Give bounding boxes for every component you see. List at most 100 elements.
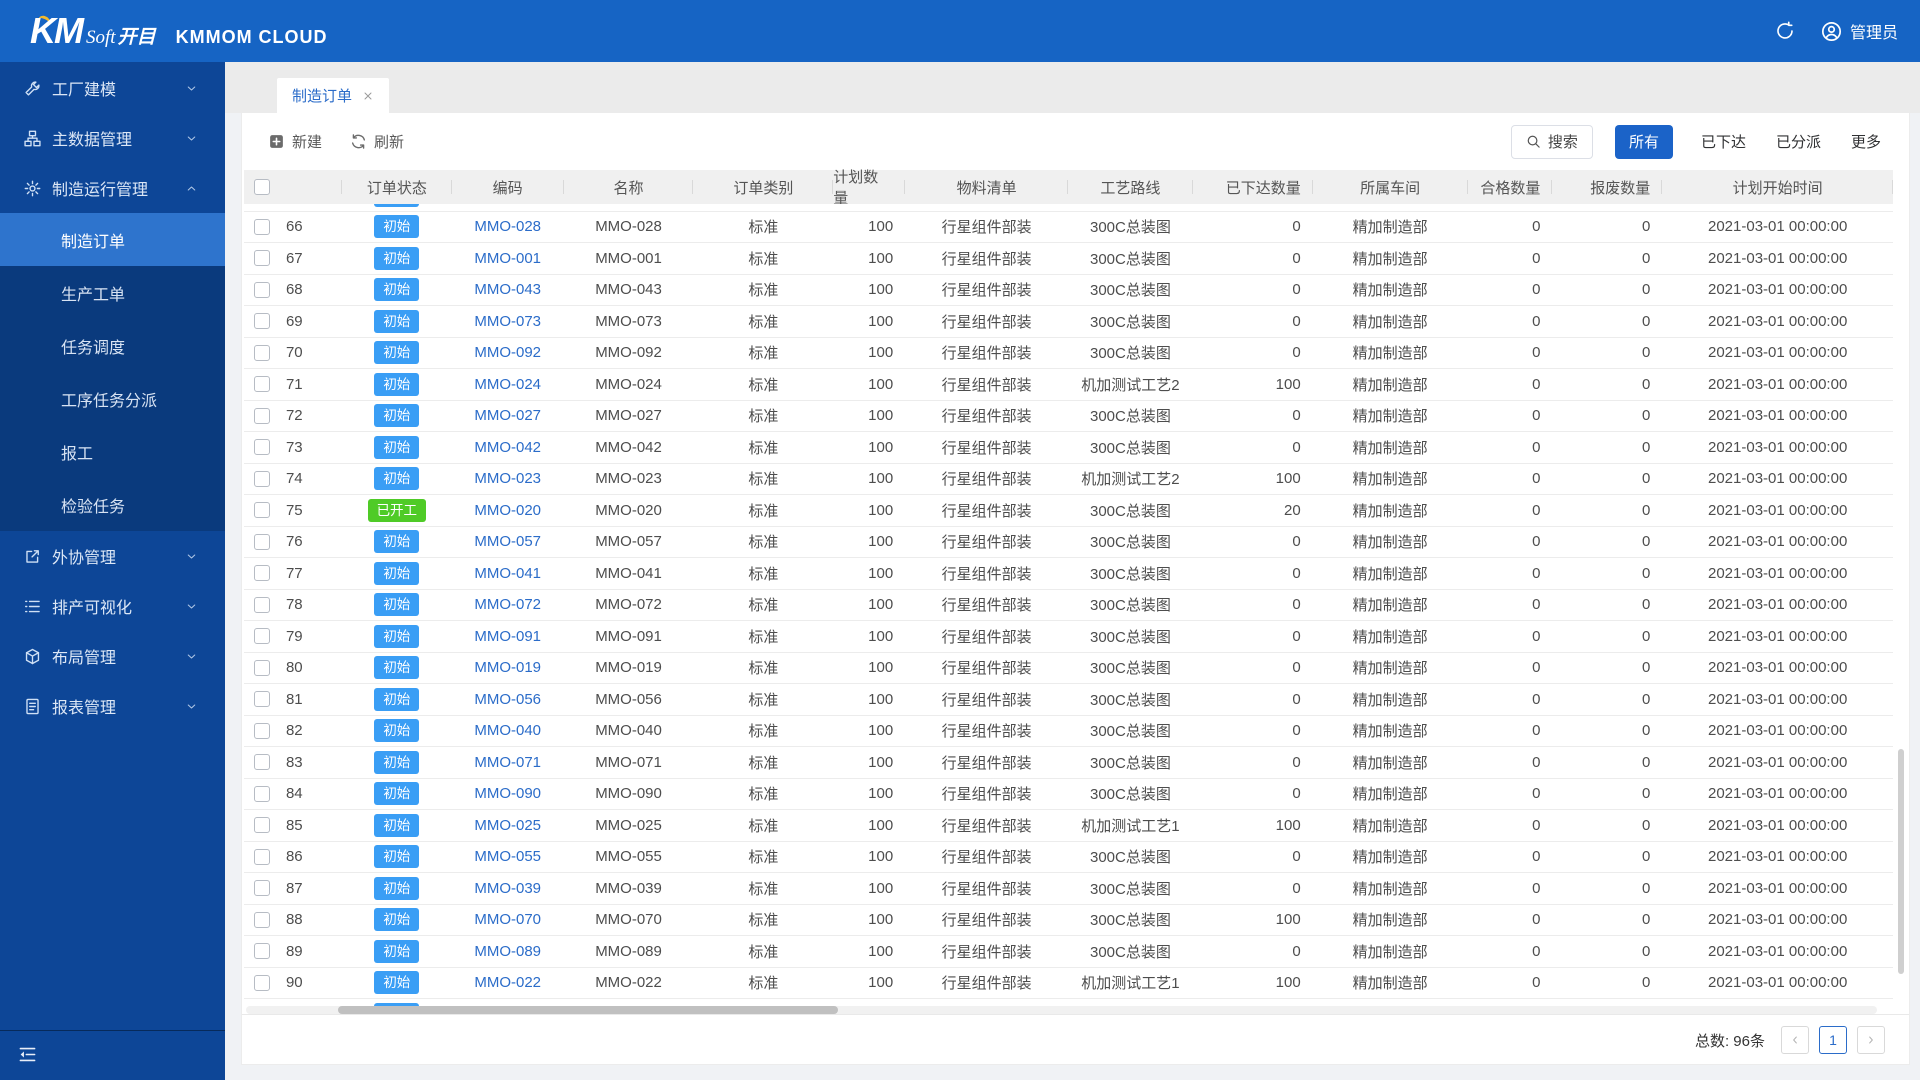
- new-button[interactable]: 新建: [268, 131, 322, 152]
- refresh-button[interactable]: 刷新: [350, 131, 404, 152]
- filter-all[interactable]: 所有: [1615, 125, 1673, 159]
- column-header-code[interactable]: 编码: [452, 170, 564, 204]
- row-checkbox[interactable]: [254, 880, 270, 896]
- global-refresh-button[interactable]: [1775, 21, 1795, 41]
- row-checkbox[interactable]: [254, 219, 270, 235]
- row-checkbox[interactable]: [254, 754, 270, 770]
- row-checkbox[interactable]: [254, 943, 270, 959]
- order-code-link[interactable]: MMO-089: [474, 943, 541, 960]
- prev-page-button[interactable]: [1781, 1026, 1809, 1054]
- sidebar-subitem-task-scheduling[interactable]: 任务调度: [0, 319, 225, 372]
- row-checkbox[interactable]: [254, 282, 270, 298]
- sidebar-item-master-data[interactable]: 主数据管理: [0, 113, 225, 163]
- column-header-workshop[interactable]: 所属车间: [1313, 170, 1468, 204]
- row-checkbox[interactable]: [254, 250, 270, 266]
- row-checkbox[interactable]: [254, 975, 270, 991]
- row-checkbox[interactable]: [254, 817, 270, 833]
- row-checkbox[interactable]: [254, 723, 270, 739]
- sidebar-subitem-manufacturing-order[interactable]: 制造订单: [0, 213, 225, 266]
- sidebar-subitem-inspection-task[interactable]: 检验任务: [0, 478, 225, 531]
- filter-released[interactable]: 已下达: [1699, 131, 1748, 152]
- column-header-start_time[interactable]: 计划开始时间: [1662, 170, 1893, 204]
- sidebar-item-report-management[interactable]: 报表管理: [0, 681, 225, 731]
- order-code-link[interactable]: MMO-071: [474, 754, 541, 771]
- order-code-link[interactable]: MMO-070: [474, 911, 541, 928]
- order-code-link[interactable]: MMO-090: [474, 785, 541, 802]
- column-header-released_qty[interactable]: 已下达数量: [1193, 170, 1313, 204]
- row-checkbox[interactable]: [254, 439, 270, 455]
- close-icon[interactable]: [362, 90, 374, 102]
- row-checkbox[interactable]: [254, 597, 270, 613]
- order-code-link[interactable]: MMO-091: [474, 628, 541, 645]
- cell-code: MMO-092: [452, 338, 564, 369]
- row-checkbox[interactable]: [254, 912, 270, 928]
- status-badge: 初始: [374, 719, 419, 742]
- order-code-link[interactable]: MMO-024: [474, 376, 541, 393]
- column-header-scrap_qty[interactable]: 报废数量: [1552, 170, 1662, 204]
- sidebar-item-scheduling-visualization[interactable]: 排产可视化: [0, 581, 225, 631]
- order-code-link[interactable]: MMO-028: [474, 218, 541, 235]
- collapse-sidebar-button[interactable]: [18, 1045, 37, 1067]
- row-checkbox[interactable]: [254, 345, 270, 361]
- vertical-scrollbar-thumb[interactable]: [1898, 749, 1904, 974]
- order-code-link[interactable]: MMO-020: [474, 502, 541, 519]
- column-header-bom[interactable]: 物料清单: [905, 170, 1068, 204]
- row-checkbox[interactable]: [254, 628, 270, 644]
- row-checkbox[interactable]: [254, 313, 270, 329]
- order-code-link[interactable]: MMO-043: [474, 281, 541, 298]
- order-code-link[interactable]: MMO-041: [474, 565, 541, 582]
- row-checkbox[interactable]: [254, 565, 270, 581]
- column-header-route[interactable]: 工艺路线: [1068, 170, 1193, 204]
- order-code-link[interactable]: MMO-042: [474, 439, 541, 456]
- current-page-button[interactable]: 1: [1819, 1026, 1847, 1054]
- order-code-link[interactable]: MMO-025: [474, 817, 541, 834]
- order-code-link[interactable]: MMO-055: [474, 848, 541, 865]
- filter-more[interactable]: 更多: [1849, 131, 1883, 152]
- order-code-link[interactable]: MMO-023: [474, 470, 541, 487]
- row-checkbox[interactable]: [254, 502, 270, 518]
- sidebar-item-manufacturing-ops[interactable]: 制造运行管理: [0, 163, 225, 213]
- sidebar-subitem-operation-task-dispatch[interactable]: 工序任务分派: [0, 372, 225, 425]
- row-checkbox[interactable]: [254, 471, 270, 487]
- user-menu[interactable]: 管理员: [1821, 19, 1898, 43]
- select-all-checkbox[interactable]: [254, 179, 270, 195]
- row-checkbox[interactable]: [254, 660, 270, 676]
- next-page-button[interactable]: [1857, 1026, 1885, 1054]
- cell-type: 标准: [693, 716, 833, 747]
- order-code-link[interactable]: MMO-022: [474, 974, 541, 991]
- row-checkbox[interactable]: [254, 691, 270, 707]
- filter-dispatched[interactable]: 已分派: [1774, 131, 1823, 152]
- column-header-qualified_qty[interactable]: 合格数量: [1468, 170, 1553, 204]
- order-code-link[interactable]: MMO-019: [474, 659, 541, 676]
- column-header-status[interactable]: 订单状态: [342, 170, 452, 204]
- chevron-down-icon: [185, 650, 198, 663]
- order-code-link[interactable]: MMO-039: [474, 880, 541, 897]
- order-code-link[interactable]: MMO-001: [474, 250, 541, 267]
- row-checkbox[interactable]: [254, 408, 270, 424]
- horizontal-scrollbar-thumb[interactable]: [338, 1006, 838, 1014]
- tab-manufacturing-order[interactable]: 制造订单: [277, 78, 389, 113]
- search-icon: [1526, 134, 1541, 149]
- order-code-link[interactable]: MMO-057: [474, 533, 541, 550]
- sidebar-item-factory-modeling[interactable]: 工厂建模: [0, 63, 225, 113]
- order-code-link[interactable]: MMO-092: [474, 344, 541, 361]
- order-code-link[interactable]: MMO-056: [474, 691, 541, 708]
- sidebar-item-layout-management[interactable]: 布局管理: [0, 631, 225, 681]
- cell-route: 机加测试工艺2: [1068, 369, 1193, 400]
- order-code-link[interactable]: MMO-073: [474, 313, 541, 330]
- search-button[interactable]: 搜索: [1511, 125, 1593, 159]
- row-checkbox[interactable]: [254, 534, 270, 550]
- order-code-link[interactable]: MMO-027: [474, 407, 541, 424]
- column-header-type[interactable]: 订单类别: [693, 170, 833, 204]
- row-checkbox[interactable]: [254, 376, 270, 392]
- column-header-name[interactable]: 名称: [564, 170, 694, 204]
- sidebar-subitem-production-workorder[interactable]: 生产工单: [0, 266, 225, 319]
- column-header-plan_qty[interactable]: 计划数量: [833, 170, 905, 204]
- column-header-index[interactable]: [280, 170, 342, 204]
- sidebar-subitem-work-report[interactable]: 报工: [0, 425, 225, 478]
- order-code-link[interactable]: MMO-040: [474, 722, 541, 739]
- row-checkbox[interactable]: [254, 786, 270, 802]
- order-code-link[interactable]: MMO-072: [474, 596, 541, 613]
- sidebar-item-outsourcing[interactable]: 外协管理: [0, 531, 225, 581]
- row-checkbox[interactable]: [254, 849, 270, 865]
